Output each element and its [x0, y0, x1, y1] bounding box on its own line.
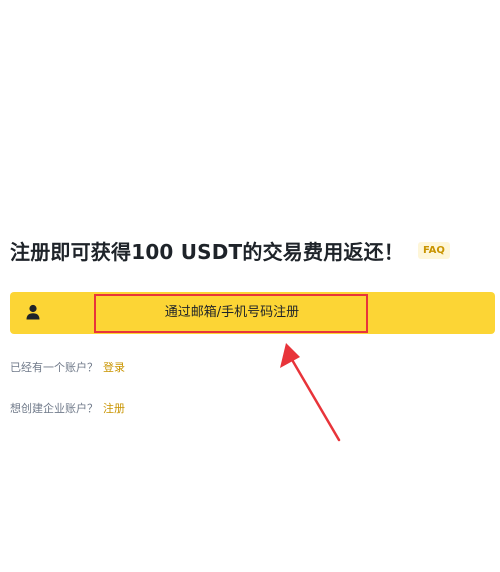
faq-link[interactable]: FAQ — [418, 242, 450, 259]
enterprise-prompt: 想创建企业账户？ — [10, 402, 98, 415]
headline: 注册即可获得100 USDT的交易费用返还！ FAQ — [10, 236, 450, 265]
arrow-pointer-icon — [280, 343, 341, 442]
login-prompt: 已经有一个账户？ — [10, 361, 98, 374]
register-button-label: 通过邮箱/手机号码注册 — [164, 305, 300, 320]
login-link[interactable]: 登录 — [103, 361, 125, 374]
user-icon — [26, 304, 40, 320]
login-row: 已经有一个账户？ 登录 — [10, 359, 125, 375]
enterprise-register-link[interactable]: 注册 — [103, 402, 125, 415]
enterprise-row: 想创建企业账户？ 注册 — [10, 400, 125, 416]
register-email-phone-button[interactable]: 通过邮箱/手机号码注册 — [10, 292, 495, 334]
headline-text: 注册即可获得100 USDT的交易费用返还！ — [10, 240, 404, 264]
